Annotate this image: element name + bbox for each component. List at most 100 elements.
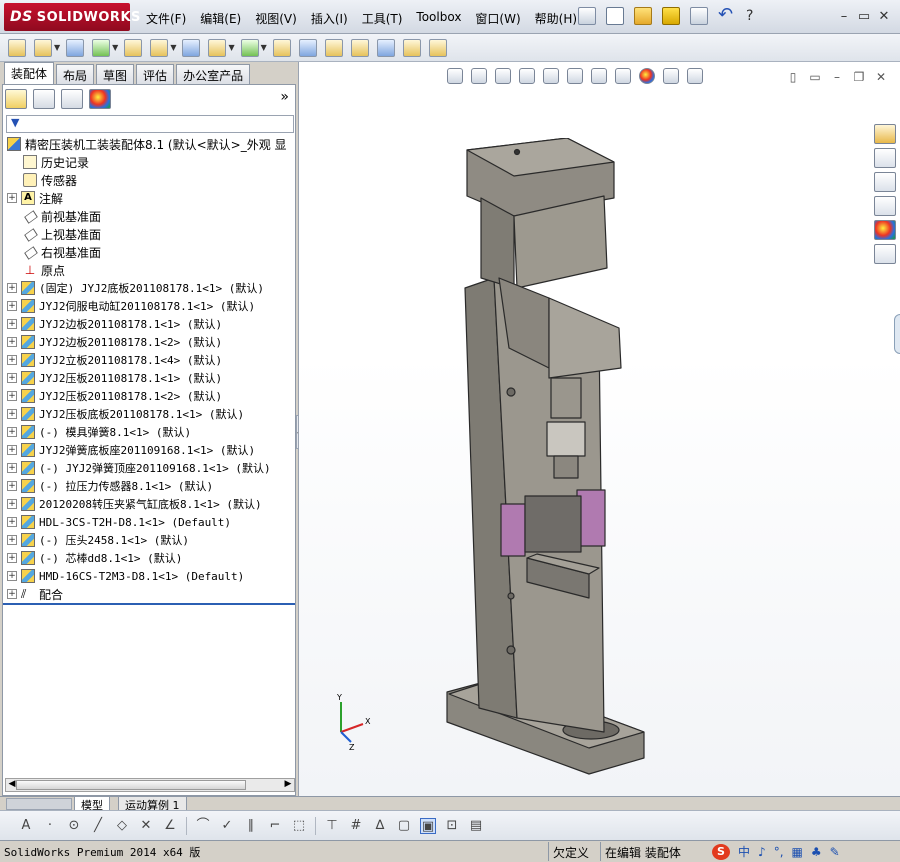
corner-icon[interactable]: ⌐ [267,818,283,834]
tree-item-history[interactable]: 历史记录 [3,153,295,171]
expand-toggle[interactable]: + [7,463,17,473]
menu-view[interactable]: 视图(V) [255,10,297,27]
custom-properties-icon[interactable] [874,244,896,264]
point-icon[interactable]: · [42,818,58,834]
ime-chinese-icon[interactable]: 中 [738,843,750,860]
expand-toggle[interactable]: + [7,319,17,329]
apply-scene-icon[interactable] [663,68,679,84]
ime-punctuation-icon[interactable]: °, [774,845,784,859]
menu-edit[interactable]: 编辑(E) [200,10,241,27]
show-hidden-icon[interactable] [182,38,201,57]
expand-toggle[interactable]: + [7,301,17,311]
tree-filter-input[interactable]: ▼ [6,115,294,133]
dashed-rect-icon[interactable]: ⬚ [291,818,307,834]
viewport-close-icon[interactable]: ✕ [870,70,892,84]
box-icon[interactable]: ▢ [396,818,412,834]
print-icon[interactable] [690,7,708,25]
menu-insert[interactable]: 插入(I) [311,10,348,27]
minimize-button[interactable]: – [834,9,854,24]
smart-fasteners-icon[interactable] [124,38,143,57]
clearance-verification-icon[interactable] [402,38,421,57]
file-explorer-icon[interactable] [874,172,896,192]
ime-tools-icon[interactable]: ✎ [830,845,840,859]
tree-component[interactable]: + (-) 芯棒dd8.1<1> (默认) [3,549,295,567]
tree-component[interactable]: + JYJ2伺服电动缸201108178.1<1> (默认) [3,297,295,315]
insert-component-icon[interactable] [34,38,52,57]
tree-item-annotations[interactable]: + A 注解 [3,189,295,207]
tree-component[interactable]: + JYJ2边板201108178.1<1> (默认) [3,315,295,333]
tree-component[interactable]: + (-) 模具弹簧8.1<1> (默认) [3,423,295,441]
expand-toggle[interactable]: + [7,571,17,581]
tree-item-right-plane[interactable]: 右视基准面 [3,243,295,261]
solidworks-resources-icon[interactable] [874,124,896,144]
expand-toggle[interactable]: + [7,337,17,347]
tree-component[interactable]: + HMD-16CS-T2M3-D8.1<1> (Default) [3,567,295,585]
table-icon[interactable]: ▤ [468,818,484,834]
expand-toggle[interactable]: + [7,391,17,401]
reference-geometry-icon[interactable] [240,38,259,57]
split-horizontal-icon[interactable]: ▯ [782,70,804,84]
display-style-icon[interactable] [591,68,607,84]
expand-toggle[interactable]: + [7,427,17,437]
expand-toggle[interactable]: + [7,589,17,599]
expand-panel-icon[interactable]: » [280,89,289,105]
circle-icon[interactable]: ⊙ [66,818,82,834]
tab-model[interactable]: 模型 [74,797,110,812]
expand-toggle[interactable]: + [7,355,17,365]
display-manager-tab-icon[interactable] [89,89,111,109]
polygon-icon[interactable]: ◇ [114,818,130,834]
check-icon[interactable]: ✓ [219,818,235,834]
hide-show-items-icon[interactable] [615,68,631,84]
expand-toggle[interactable]: + [7,535,17,545]
tree-component[interactable]: + JYJ2压板201108178.1<2> (默认) [3,387,295,405]
property-manager-tab-icon[interactable] [33,89,55,109]
zoom-to-area-icon[interactable] [471,68,487,84]
press-machine-model[interactable] [439,138,799,778]
tree-item-mates[interactable]: + ⫽ 配合 [3,585,295,603]
open-folder-icon[interactable] [634,7,652,25]
tree-component[interactable]: + (-) 拉压力传感器8.1<1> (默认) [3,477,295,495]
explode-line-sketch-icon[interactable] [350,38,369,57]
menu-tools[interactable]: 工具(T) [362,10,403,27]
ime-keyboard-icon[interactable]: ▦ [792,845,803,859]
tree-component[interactable]: +20120208转压夹紧气缸底板8.1<1> (默认) [3,495,295,513]
camera-icon[interactable]: ⊡ [444,818,460,834]
scroll-thumb[interactable] [16,780,246,790]
appearances-scenes-icon[interactable] [874,220,896,240]
ime-voice-icon[interactable]: ♪ [758,845,766,859]
dynamic-annotation-icon[interactable] [543,68,559,84]
tab-evaluate[interactable]: 评估 [136,64,175,84]
annotation-icon[interactable]: A [18,818,34,834]
assembly-features-icon[interactable] [208,38,227,57]
grid-icon[interactable]: # [348,818,364,834]
new-document-icon[interactable] [606,7,624,25]
menu-file[interactable]: 文件(F) [146,10,186,27]
tab-assembly[interactable]: 装配体 [4,62,55,84]
expand-toggle[interactable]: + [7,481,17,491]
view-palette-icon[interactable] [874,196,896,216]
bill-of-materials-icon[interactable] [298,38,317,57]
trim-icon[interactable]: ✕ [138,818,154,834]
line-icon[interactable]: ╱ [90,818,106,834]
tree-item-sensors[interactable]: 传感器 [3,171,295,189]
arc-icon[interactable]: ⌒ [195,818,211,834]
tree-component[interactable]: + JYJ2边板201108178.1<2> (默认) [3,333,295,351]
expand-toggle[interactable]: + [7,499,17,509]
tree-root[interactable]: 精密压装机工装装配体8.1 (默认<默认>_外观 显 [3,135,295,153]
close-button[interactable]: ✕ [874,9,894,24]
help-icon[interactable]: ? [746,8,753,24]
tree-component[interactable]: + JYJ2压板201108178.1<1> (默认) [3,369,295,387]
edit-component-icon[interactable] [8,38,26,57]
viewport-restore-icon[interactable]: ❐ [848,70,870,84]
rollback-bar[interactable] [3,603,295,605]
viewport-minimize-icon[interactable]: – [826,70,848,84]
mate-icon[interactable] [66,38,85,57]
previous-view-icon[interactable] [495,68,511,84]
configuration-manager-tab-icon[interactable] [61,89,83,109]
move-component-icon[interactable] [150,38,169,57]
menu-help[interactable]: 帮助(H) [535,10,577,27]
edit-appearance-icon[interactable] [639,68,655,84]
undo-icon[interactable]: ↶ [718,6,736,25]
task-pane-collapse-handle[interactable] [894,314,900,354]
tab-motion-study[interactable]: 运动算例 1 [118,797,187,812]
